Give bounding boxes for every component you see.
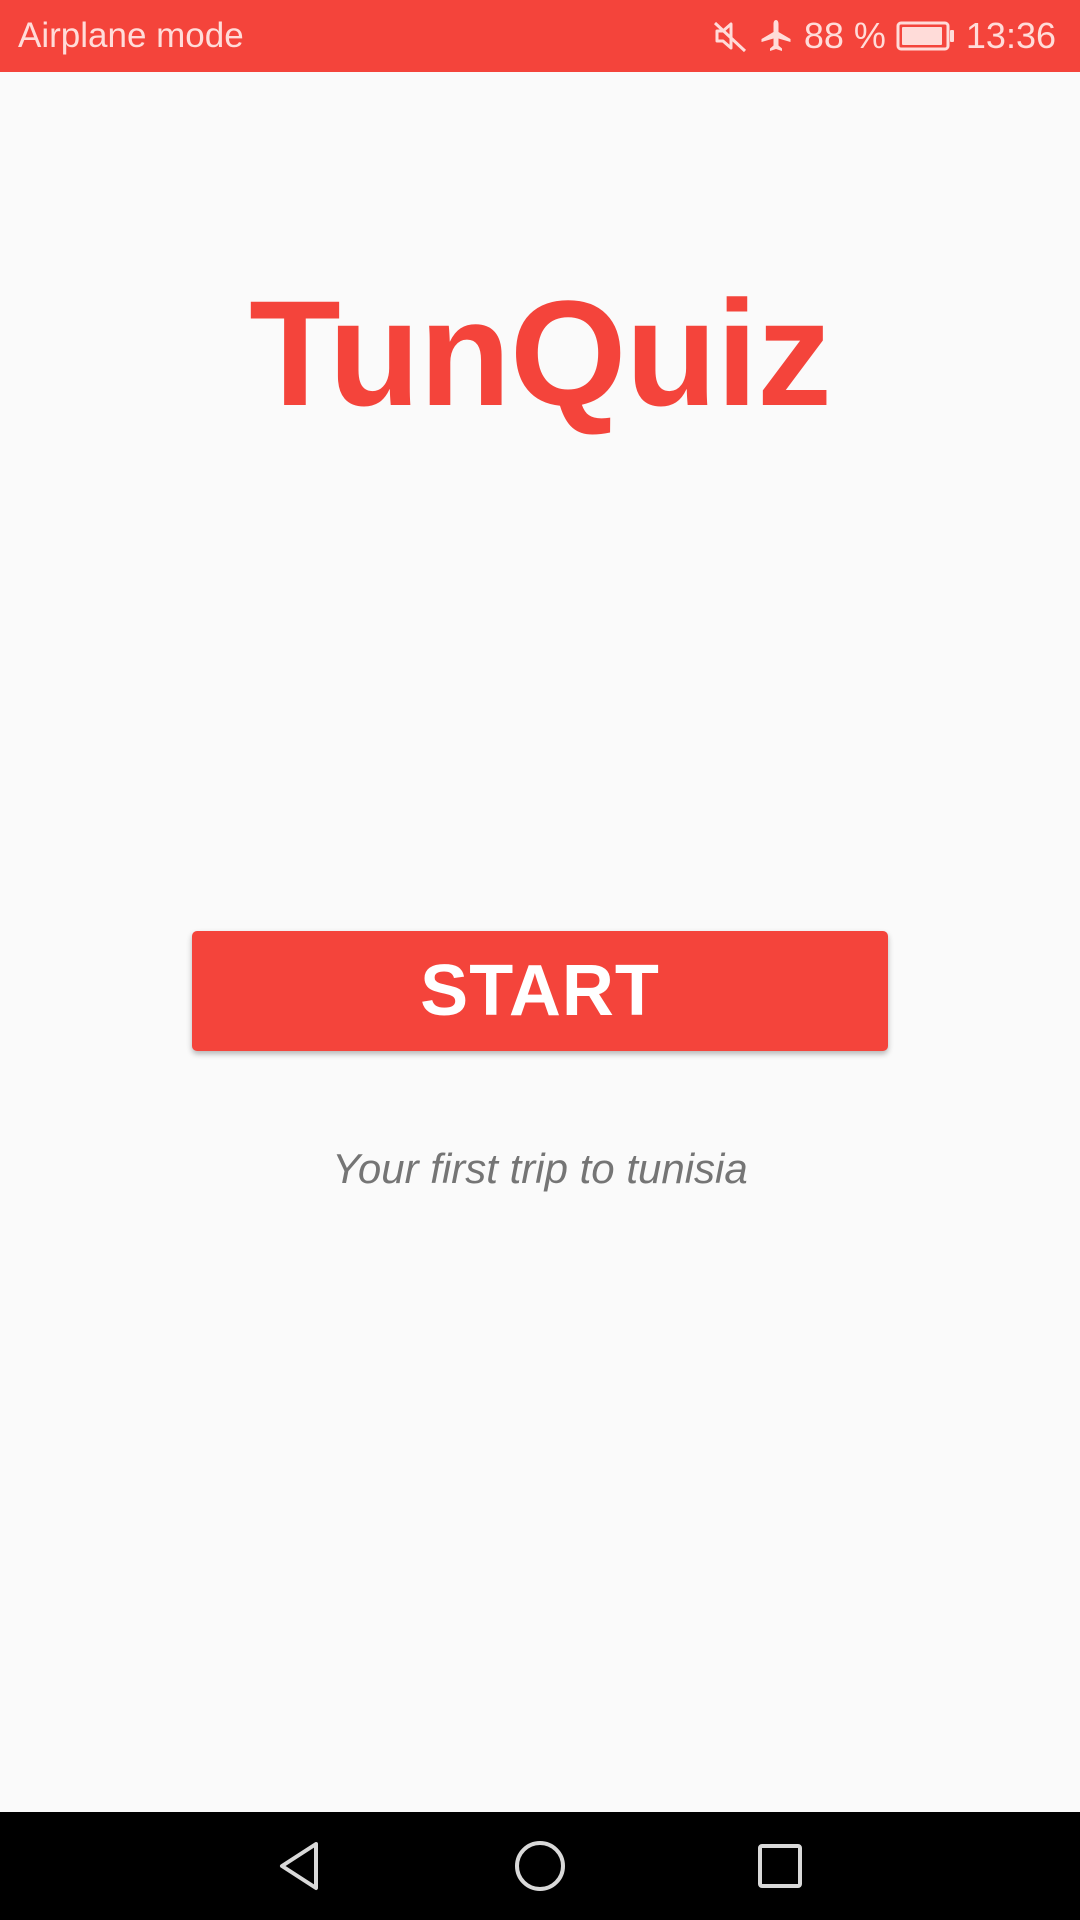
battery-icon [896,20,956,52]
back-icon[interactable] [240,1812,360,1920]
battery-percent: 88 % [803,15,886,56]
navigation-bar [0,1812,1080,1920]
status-icons: 88 % 13:36 [712,15,1056,57]
home-icon[interactable] [480,1812,600,1920]
airplane-icon [758,18,794,54]
status-bar: Airplane mode 88 % 13:36 [0,0,1080,72]
start-button[interactable]: START [192,931,888,1051]
status-text: Airplane mode [18,16,244,55]
tagline: Your first trip to tunisia [332,1145,748,1192]
recents-icon[interactable] [720,1812,840,1920]
mute-icon [712,18,748,54]
app-title: TunQuiz [249,269,832,437]
screen: Airplane mode 88 % 13:36 TunQuiz START Y… [0,0,1080,1920]
clock: 13:36 [965,15,1056,56]
